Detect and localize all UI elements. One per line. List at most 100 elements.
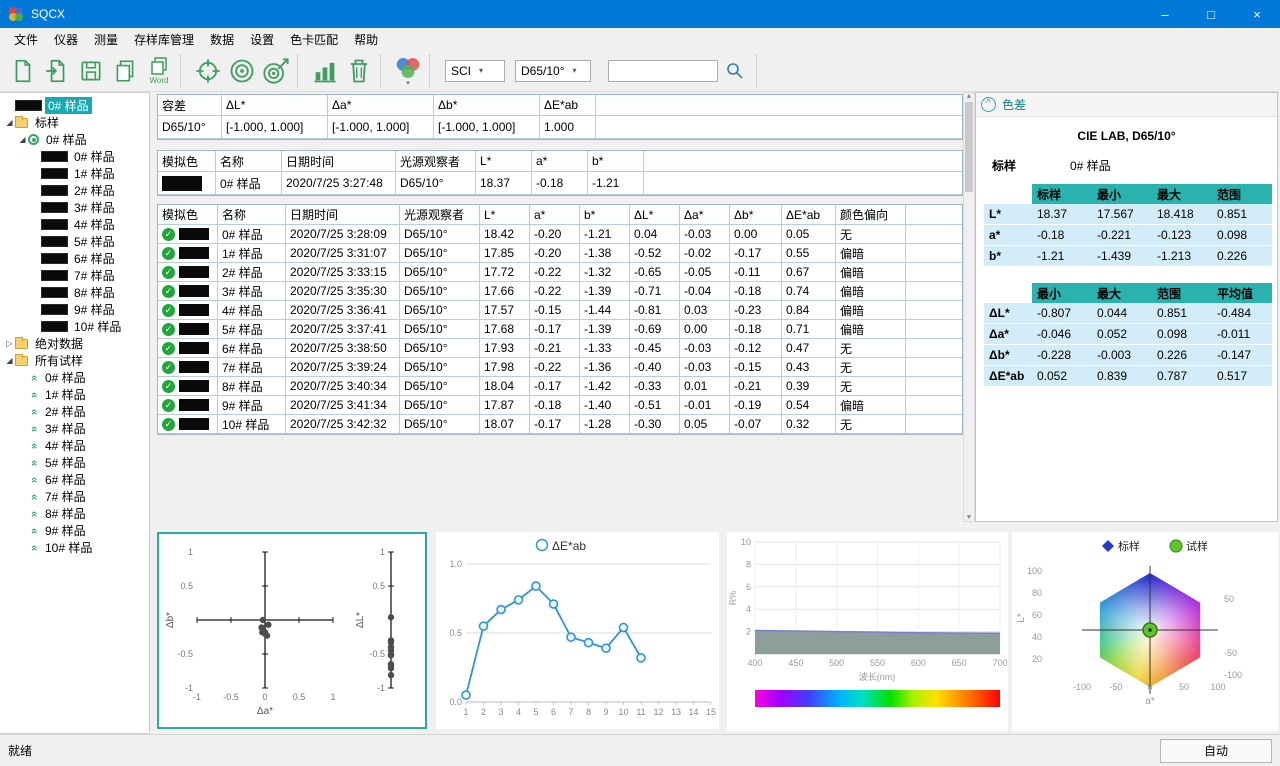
- export-button[interactable]: [40, 51, 74, 91]
- palette-dropdown-icon[interactable]: ▾: [406, 81, 410, 87]
- tree-expander-icon[interactable]: ▷: [4, 339, 15, 348]
- tree-item[interactable]: 5# 样品: [0, 233, 149, 250]
- chart-button[interactable]: [308, 51, 342, 91]
- sample-row[interactable]: ✓7# 样品2020/7/25 3:39:24D65/10°17.98-0.22…: [158, 358, 962, 377]
- tree-item[interactable]: 4# 样品: [0, 216, 149, 233]
- scroll-down-icon[interactable]: ▼: [966, 514, 973, 521]
- main-scrollbar[interactable]: ▲ ▼: [963, 92, 975, 522]
- tree-item-label: 5# 样品: [42, 454, 89, 471]
- search-button[interactable]: [718, 51, 752, 91]
- sample-row[interactable]: ✓3# 样品2020/7/25 3:35:30D65/10°17.66-0.22…: [158, 282, 962, 301]
- panel-data-cell: -0.003: [1092, 345, 1152, 365]
- copy-word-button[interactable]: Word: [142, 51, 176, 91]
- tree-item[interactable]: «2# 样品: [0, 403, 149, 420]
- sample-row[interactable]: ✓6# 样品2020/7/25 3:38:50D65/10°17.93-0.21…: [158, 339, 962, 358]
- sample-observer: D65/10°: [400, 358, 480, 376]
- tree-expander-icon[interactable]: ◢: [4, 356, 15, 365]
- menu-item-7[interactable]: 色卡匹配: [282, 29, 346, 50]
- tree-item[interactable]: «10# 样品: [0, 539, 149, 556]
- copy-button[interactable]: [108, 51, 142, 91]
- menu-item-4[interactable]: 存样库管理: [126, 29, 202, 50]
- panel-data-cell: 17.567: [1092, 204, 1152, 224]
- tree-item[interactable]: «4# 样品: [0, 437, 149, 454]
- save-button[interactable]: [74, 51, 108, 91]
- color-swatch: [41, 168, 68, 179]
- delete-button[interactable]: [342, 51, 376, 91]
- sample-row[interactable]: ✓10# 样品2020/7/25 3:42:32D65/10°18.07-0.1…: [158, 415, 962, 434]
- color-palette-button[interactable]: ▾: [391, 51, 425, 91]
- sample-row[interactable]: ✓4# 样品2020/7/25 3:36:41D65/10°17.57-0.15…: [158, 301, 962, 320]
- menu-item-6[interactable]: 设置: [242, 29, 282, 50]
- sample-row[interactable]: ✓1# 样品2020/7/25 3:31:07D65/10°17.85-0.20…: [158, 244, 962, 263]
- minimize-button[interactable]: –: [1142, 0, 1188, 28]
- sample-row[interactable]: ✓5# 样品2020/7/25 3:37:41D65/10°17.68-0.17…: [158, 320, 962, 339]
- close-button[interactable]: ×: [1234, 0, 1280, 28]
- standard-row[interactable]: 0# 样品2020/7/25 3:27:48D65/10°18.37-0.18-…: [158, 172, 962, 195]
- sample-row[interactable]: ✓9# 样品2020/7/25 3:41:34D65/10°17.87-0.18…: [158, 396, 962, 415]
- tree-expander-icon[interactable]: ◢: [17, 135, 28, 144]
- svg-text:450: 450: [788, 658, 803, 668]
- tree-item[interactable]: ◢0# 样品: [0, 131, 149, 148]
- tree-item[interactable]: 7# 样品: [0, 267, 149, 284]
- up-arrows-icon: «: [28, 491, 40, 503]
- sample-header: Δa*: [680, 205, 730, 224]
- tree-item[interactable]: «7# 样品: [0, 488, 149, 505]
- tree-item[interactable]: 2# 样品: [0, 182, 149, 199]
- tree-item[interactable]: ◢所有试样: [0, 352, 149, 369]
- tree-item[interactable]: «6# 样品: [0, 471, 149, 488]
- sample-dL: -0.40: [630, 358, 680, 376]
- sample-a: -0.18: [530, 396, 580, 414]
- menu-item-5[interactable]: 数据: [202, 29, 242, 50]
- measure-standard-button[interactable]: [225, 51, 259, 91]
- tree-item[interactable]: «9# 样品: [0, 522, 149, 539]
- illuminant-select[interactable]: D65/10° ▾: [515, 60, 591, 82]
- auto-mode-button[interactable]: 自动: [1160, 739, 1272, 763]
- scrollbar-thumb[interactable]: [965, 102, 973, 192]
- sci-mode-select[interactable]: SCI ▾: [445, 60, 505, 82]
- tolerance-row[interactable]: D65/10°[-1.000, 1.000][-1.000, 1.000][-1…: [158, 116, 962, 139]
- tree-item[interactable]: «8# 样品: [0, 505, 149, 522]
- tree-item[interactable]: 9# 样品: [0, 301, 149, 318]
- export-icon: [44, 58, 70, 84]
- menu-item-8[interactable]: 帮助: [346, 29, 386, 50]
- tree-item[interactable]: «1# 样品: [0, 386, 149, 403]
- sample-row[interactable]: ✓0# 样品2020/7/25 3:28:09D65/10°18.42-0.20…: [158, 225, 962, 244]
- sample-da: -0.05: [680, 263, 730, 281]
- svg-text:15: 15: [706, 707, 716, 717]
- tree-item[interactable]: «0# 样品: [0, 369, 149, 386]
- sample-L: 17.85: [480, 244, 530, 262]
- sample-observer: D65/10°: [400, 339, 480, 357]
- search-input[interactable]: [608, 60, 718, 82]
- tree-item[interactable]: 3# 样品: [0, 199, 149, 216]
- scroll-up-icon[interactable]: ▲: [966, 93, 973, 100]
- sample-row[interactable]: ✓8# 样品2020/7/25 3:40:34D65/10°18.04-0.17…: [158, 377, 962, 396]
- sample-b: -1.38: [580, 244, 630, 262]
- tree-item[interactable]: «3# 样品: [0, 420, 149, 437]
- tree-item[interactable]: ▷绝对数据: [0, 335, 149, 352]
- sample-a: -0.17: [530, 320, 580, 338]
- maximize-button[interactable]: □: [1188, 0, 1234, 28]
- tree-item[interactable]: 0# 样品: [0, 97, 149, 114]
- menu-item-2[interactable]: 仪器: [46, 29, 86, 50]
- sample-bias: 无: [836, 377, 906, 395]
- svg-text:0.5: 0.5: [449, 628, 462, 638]
- tree-item[interactable]: 6# 样品: [0, 250, 149, 267]
- tree-item[interactable]: 8# 样品: [0, 284, 149, 301]
- tree-expander-icon[interactable]: ◢: [4, 118, 15, 127]
- measure-sample-button[interactable]: [259, 51, 293, 91]
- tree-item[interactable]: 10# 样品: [0, 318, 149, 335]
- tree-item[interactable]: 1# 样品: [0, 165, 149, 182]
- svg-text:R%: R%: [728, 591, 738, 606]
- tree-item[interactable]: ◢标样: [0, 114, 149, 131]
- collapse-panel-icon[interactable]: ^: [981, 97, 996, 112]
- tree-item[interactable]: 0# 样品: [0, 148, 149, 165]
- tree-item[interactable]: «5# 样品: [0, 454, 149, 471]
- menu-item-3[interactable]: 测量: [86, 29, 126, 50]
- new-document-button[interactable]: [6, 51, 40, 91]
- sample-row[interactable]: ✓2# 样品2020/7/25 3:33:15D65/10°17.72-0.22…: [158, 263, 962, 282]
- tolerance-value: 1.000: [540, 116, 596, 138]
- sample-db: 0.00: [730, 225, 782, 243]
- sci-mode-value: SCI: [451, 64, 471, 78]
- calibrate-button[interactable]: [191, 51, 225, 91]
- menu-item-1[interactable]: 文件: [6, 29, 46, 50]
